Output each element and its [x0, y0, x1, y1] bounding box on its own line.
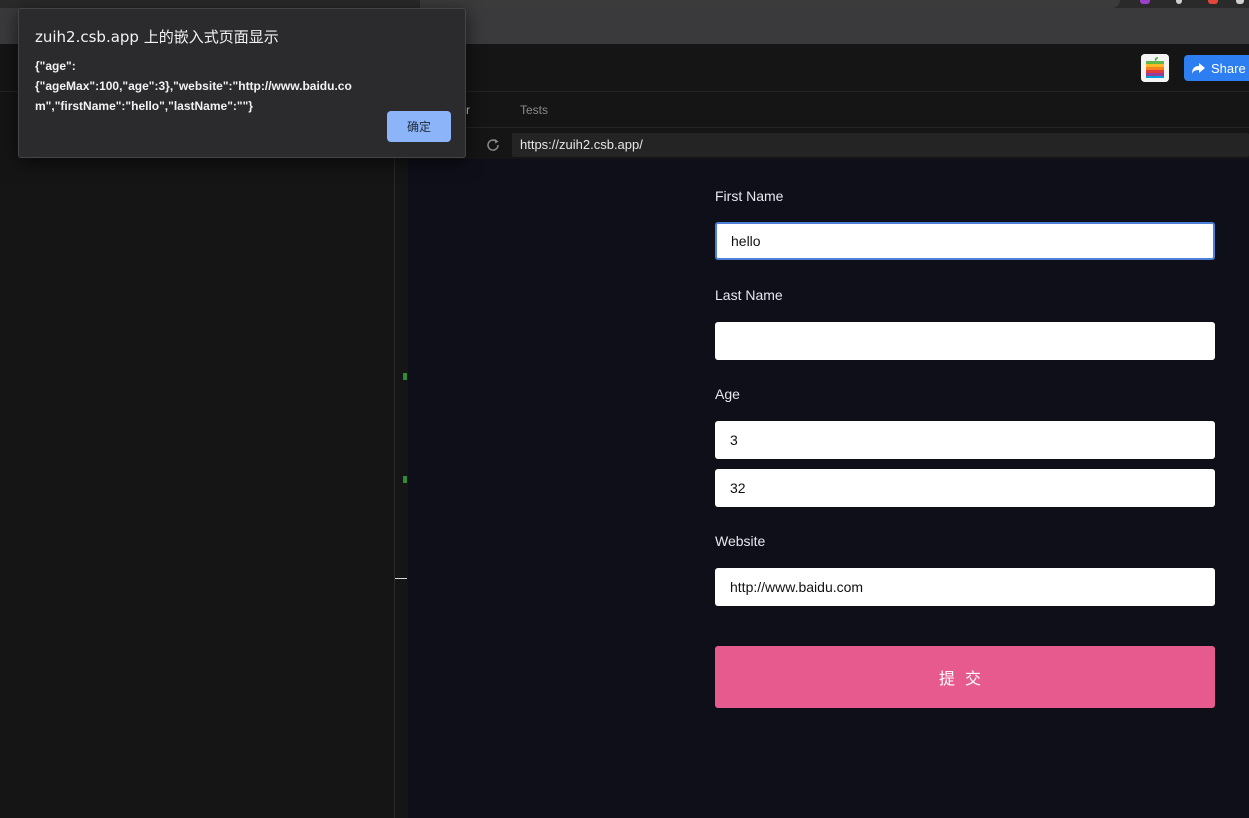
age-field[interactable] — [715, 421, 1215, 459]
url-input[interactable]: https://zuih2.csb.app/ — [512, 133, 1249, 157]
dialog-title: zuih2.csb.app 上的嵌入式页面显示 — [35, 28, 279, 46]
last-name-field[interactable] — [715, 322, 1215, 360]
first-name-label: First Name — [715, 188, 784, 204]
reload-icon[interactable] — [485, 137, 501, 153]
website-label: Website — [715, 533, 766, 549]
editor-panel — [0, 92, 394, 818]
website-field[interactable] — [715, 568, 1215, 606]
browser-tab-edge — [420, 0, 1120, 8]
avatar[interactable] — [1141, 54, 1169, 82]
resize-handle[interactable] — [395, 578, 407, 579]
dialog-message: {"age":{"ageMax":100,"age":3},"website":… — [35, 59, 352, 113]
share-button[interactable]: Share — [1184, 55, 1249, 81]
tab-tests[interactable]: Tests — [520, 103, 548, 117]
age-label: Age — [715, 386, 740, 402]
last-name-label: Last Name — [715, 287, 783, 303]
editor-gutter — [395, 158, 408, 818]
extension-icon[interactable] — [1208, 0, 1218, 4]
git-change-marker — [403, 476, 407, 483]
extension-icon[interactable] — [1176, 0, 1182, 4]
age-max-field[interactable] — [715, 469, 1215, 507]
extension-icon[interactable] — [1140, 0, 1150, 4]
tab-browser[interactable]: r — [466, 103, 470, 117]
git-change-marker — [403, 373, 407, 380]
browser-top-strip — [0, 0, 1249, 8]
preview-tab-bar: r Tests — [395, 92, 1249, 128]
apple-logo-icon — [1141, 54, 1169, 82]
alert-dialog: zuih2.csb.app 上的嵌入式页面显示 {"age":{"ageMax"… — [18, 8, 466, 158]
share-arrow-icon — [1192, 62, 1205, 74]
extension-icon[interactable] — [1236, 0, 1244, 4]
ok-button[interactable]: 确定 — [387, 111, 451, 142]
share-button-label: Share — [1211, 60, 1246, 76]
submit-button[interactable]: 提交 — [715, 646, 1215, 708]
first-name-field[interactable] — [715, 222, 1215, 260]
